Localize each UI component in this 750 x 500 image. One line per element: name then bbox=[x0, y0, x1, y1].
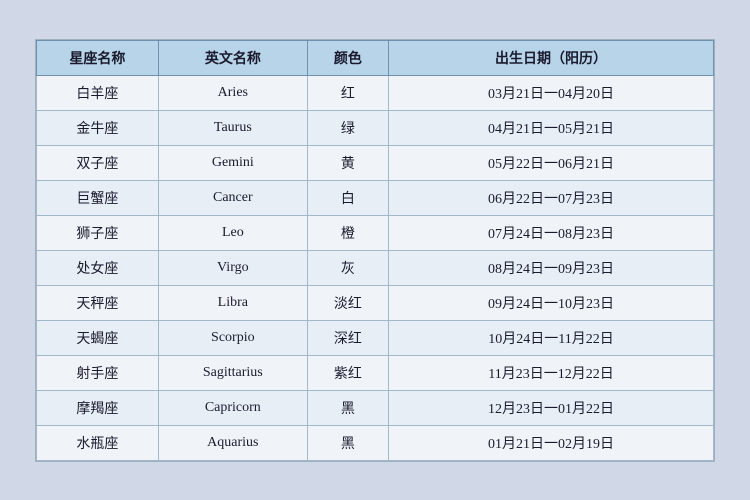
zodiac-table-container: 星座名称 英文名称 颜色 出生日期（阳历） 白羊座Aries红03月21日一04… bbox=[35, 39, 715, 462]
table-row: 双子座Gemini黄05月22日一06月21日 bbox=[37, 145, 714, 180]
cell-en-name: Gemini bbox=[158, 145, 307, 180]
cell-zh-name: 摩羯座 bbox=[37, 390, 159, 425]
cell-en-name: Sagittarius bbox=[158, 355, 307, 390]
cell-en-name: Aquarius bbox=[158, 425, 307, 460]
cell-zh-name: 处女座 bbox=[37, 250, 159, 285]
cell-en-name: Taurus bbox=[158, 110, 307, 145]
cell-en-name: Virgo bbox=[158, 250, 307, 285]
header-date: 出生日期（阳历） bbox=[389, 40, 714, 75]
table-row: 狮子座Leo橙07月24日一08月23日 bbox=[37, 215, 714, 250]
cell-zh-name: 双子座 bbox=[37, 145, 159, 180]
cell-zh-name: 水瓶座 bbox=[37, 425, 159, 460]
cell-en-name: Cancer bbox=[158, 180, 307, 215]
cell-zh-name: 白羊座 bbox=[37, 75, 159, 110]
table-row: 水瓶座Aquarius黑01月21日一02月19日 bbox=[37, 425, 714, 460]
cell-zh-name: 天秤座 bbox=[37, 285, 159, 320]
cell-date: 06月22日一07月23日 bbox=[389, 180, 714, 215]
cell-color: 灰 bbox=[307, 250, 388, 285]
table-row: 天秤座Libra淡红09月24日一10月23日 bbox=[37, 285, 714, 320]
cell-zh-name: 金牛座 bbox=[37, 110, 159, 145]
cell-date: 10月24日一11月22日 bbox=[389, 320, 714, 355]
cell-date: 05月22日一06月21日 bbox=[389, 145, 714, 180]
cell-color: 橙 bbox=[307, 215, 388, 250]
table-row: 天蝎座Scorpio深红10月24日一11月22日 bbox=[37, 320, 714, 355]
cell-date: 12月23日一01月22日 bbox=[389, 390, 714, 425]
cell-date: 04月21日一05月21日 bbox=[389, 110, 714, 145]
cell-color: 黑 bbox=[307, 425, 388, 460]
cell-en-name: Scorpio bbox=[158, 320, 307, 355]
cell-date: 09月24日一10月23日 bbox=[389, 285, 714, 320]
cell-date: 03月21日一04月20日 bbox=[389, 75, 714, 110]
cell-en-name: Aries bbox=[158, 75, 307, 110]
cell-zh-name: 天蝎座 bbox=[37, 320, 159, 355]
cell-color: 红 bbox=[307, 75, 388, 110]
cell-date: 08月24日一09月23日 bbox=[389, 250, 714, 285]
cell-color: 白 bbox=[307, 180, 388, 215]
cell-color: 淡红 bbox=[307, 285, 388, 320]
cell-color: 黑 bbox=[307, 390, 388, 425]
cell-color: 黄 bbox=[307, 145, 388, 180]
cell-color: 绿 bbox=[307, 110, 388, 145]
cell-date: 11月23日一12月22日 bbox=[389, 355, 714, 390]
table-row: 白羊座Aries红03月21日一04月20日 bbox=[37, 75, 714, 110]
header-color: 颜色 bbox=[307, 40, 388, 75]
zodiac-table: 星座名称 英文名称 颜色 出生日期（阳历） 白羊座Aries红03月21日一04… bbox=[36, 40, 714, 461]
table-header-row: 星座名称 英文名称 颜色 出生日期（阳历） bbox=[37, 40, 714, 75]
cell-en-name: Leo bbox=[158, 215, 307, 250]
cell-color: 紫红 bbox=[307, 355, 388, 390]
cell-zh-name: 狮子座 bbox=[37, 215, 159, 250]
table-row: 摩羯座Capricorn黑12月23日一01月22日 bbox=[37, 390, 714, 425]
cell-color: 深红 bbox=[307, 320, 388, 355]
table-row: 射手座Sagittarius紫红11月23日一12月22日 bbox=[37, 355, 714, 390]
cell-en-name: Capricorn bbox=[158, 390, 307, 425]
header-en-name: 英文名称 bbox=[158, 40, 307, 75]
cell-en-name: Libra bbox=[158, 285, 307, 320]
table-row: 金牛座Taurus绿04月21日一05月21日 bbox=[37, 110, 714, 145]
cell-date: 07月24日一08月23日 bbox=[389, 215, 714, 250]
table-row: 巨蟹座Cancer白06月22日一07月23日 bbox=[37, 180, 714, 215]
cell-zh-name: 巨蟹座 bbox=[37, 180, 159, 215]
header-zh-name: 星座名称 bbox=[37, 40, 159, 75]
table-row: 处女座Virgo灰08月24日一09月23日 bbox=[37, 250, 714, 285]
cell-zh-name: 射手座 bbox=[37, 355, 159, 390]
cell-date: 01月21日一02月19日 bbox=[389, 425, 714, 460]
